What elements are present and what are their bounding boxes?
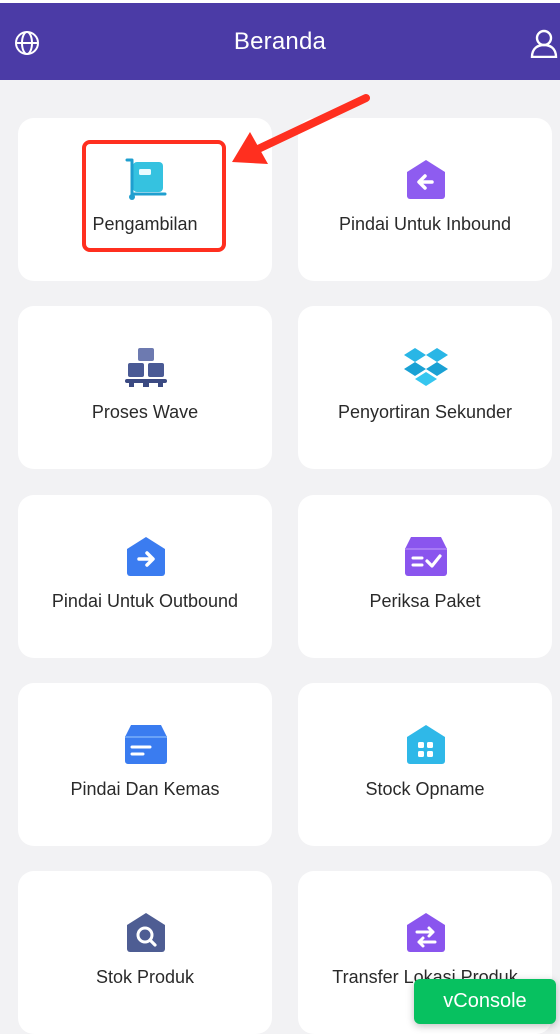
menu-item-label: Proses Wave bbox=[91, 402, 199, 422]
scan-pack-icon bbox=[125, 725, 167, 764]
menu-item-label: Periksa Paket bbox=[369, 591, 481, 611]
vconsole-button[interactable]: vConsole bbox=[414, 979, 556, 1024]
menu-item-label: Pindai Dan Kemas bbox=[70, 779, 220, 799]
menu-item-stok-produk[interactable]: Stok Produk bbox=[18, 871, 272, 1034]
transfer-icon bbox=[407, 913, 445, 952]
menu-item-label: Pindai Untuk Outbound bbox=[51, 591, 239, 611]
outbound-icon bbox=[127, 537, 165, 576]
stock-opname-icon bbox=[407, 725, 445, 764]
inbound-icon bbox=[407, 160, 445, 199]
menu-item-proses-wave[interactable]: Proses Wave bbox=[18, 306, 272, 469]
menu-item-label: Stok Produk bbox=[95, 967, 195, 987]
menu-item-penyortiran-sekunder[interactable]: Penyortiran Sekunder bbox=[298, 306, 552, 469]
menu-item-pindai-kemas[interactable]: Pindai Dan Kemas bbox=[18, 683, 272, 846]
pointer-arrow-icon bbox=[232, 94, 370, 164]
check-package-icon bbox=[405, 537, 447, 576]
menu-item-label: Penyortiran Sekunder bbox=[337, 402, 513, 422]
menu-item-label: Stock Opname bbox=[365, 779, 485, 799]
pallet-icon bbox=[125, 348, 167, 387]
menu-item-stock-opname[interactable]: Stock Opname bbox=[298, 683, 552, 846]
menu-item-pindai-outbound[interactable]: Pindai Untuk Outbound bbox=[18, 495, 272, 658]
menu-item-label: Pindai Untuk Inbound bbox=[338, 214, 512, 234]
highlight-box bbox=[82, 140, 226, 252]
dropbox-icon bbox=[404, 348, 448, 386]
search-product-icon bbox=[127, 913, 165, 952]
menu-item-periksa-paket[interactable]: Periksa Paket bbox=[298, 495, 552, 658]
